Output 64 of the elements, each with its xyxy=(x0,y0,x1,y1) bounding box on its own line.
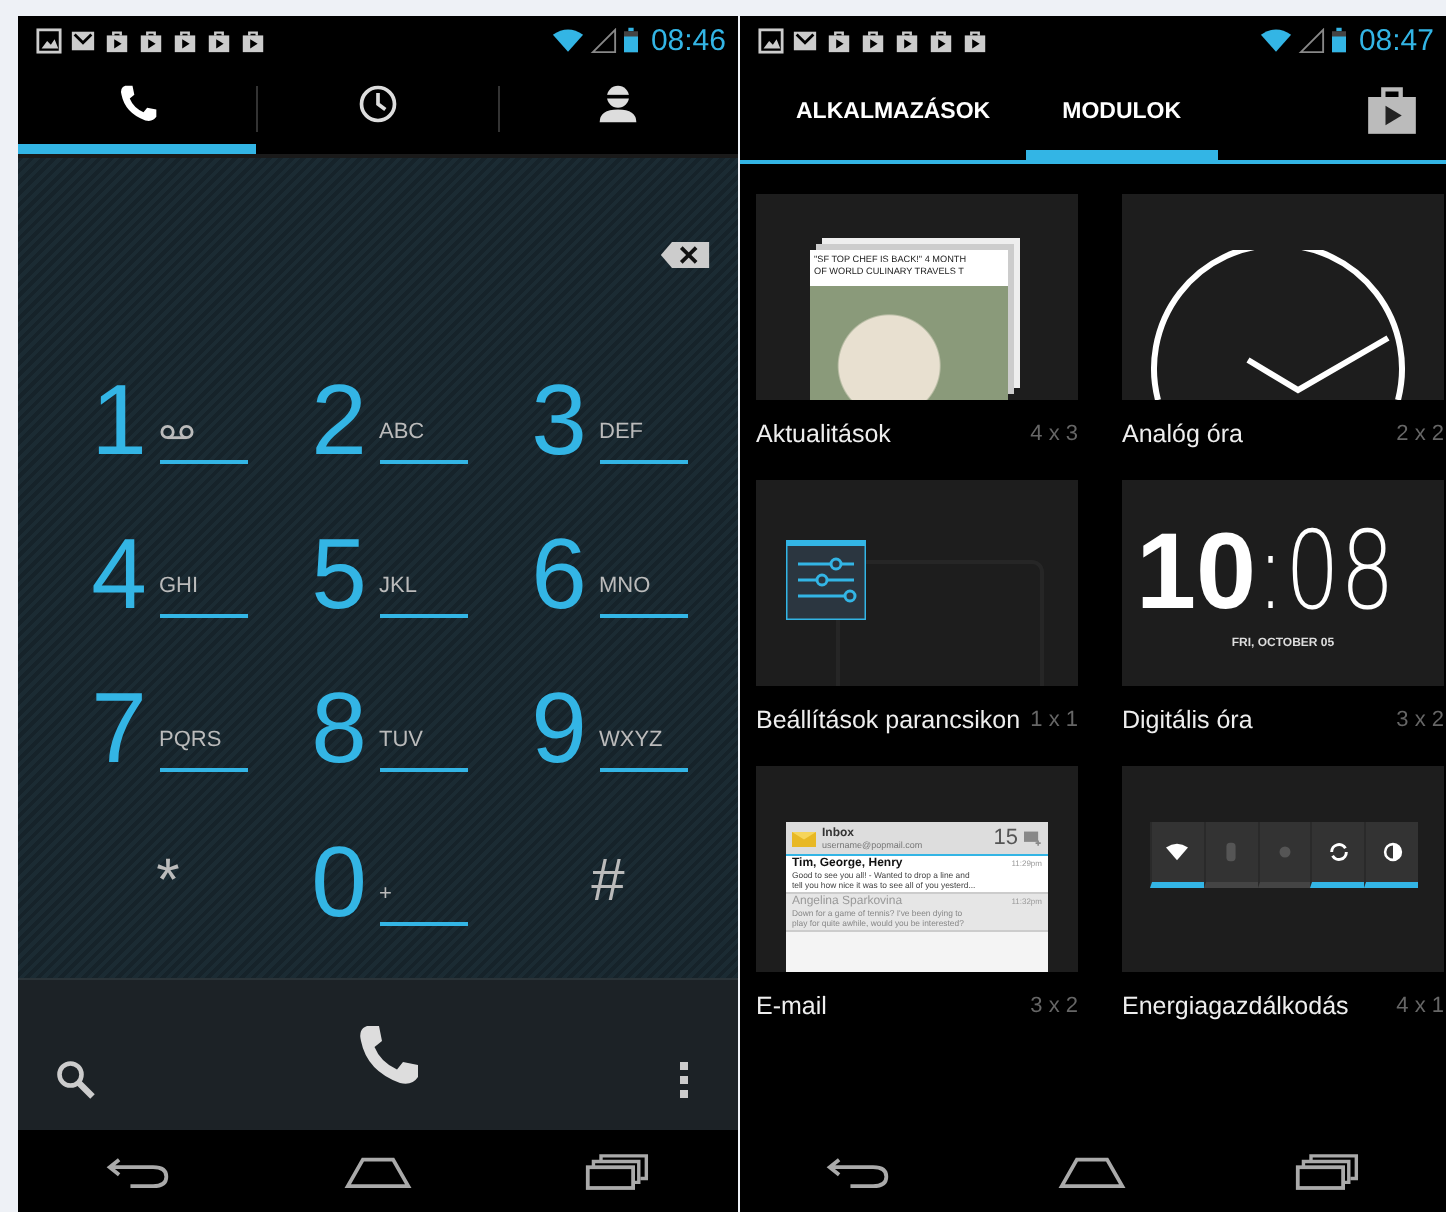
search-icon[interactable] xyxy=(54,1057,98,1101)
widget-preview[interactable] xyxy=(1122,766,1444,972)
signal-icon xyxy=(588,27,621,53)
widget-size: 4 x 1 xyxy=(1396,994,1444,1018)
widget-preview[interactable] xyxy=(756,766,1078,972)
picture-icon xyxy=(36,27,62,53)
envelope-icon xyxy=(792,828,816,848)
mail-icon xyxy=(792,27,818,53)
recent-apps-icon[interactable] xyxy=(584,1152,652,1190)
unread-count: 15 xyxy=(993,826,1018,850)
shopping-bag-icon xyxy=(894,27,920,53)
sync-icon xyxy=(1327,842,1350,862)
settings-sliders-icon xyxy=(786,540,866,620)
widget-size: 3 x 2 xyxy=(1030,994,1078,1018)
shopping-bag-icon xyxy=(860,27,886,53)
shopping-bag-icon xyxy=(962,27,988,53)
battery-icon xyxy=(624,26,639,54)
widget-name: E-mail xyxy=(756,992,827,1020)
wifi-icon xyxy=(552,27,585,53)
compose-mail-icon xyxy=(1024,830,1042,846)
dial-key[interactable]: 0+ xyxy=(278,804,498,958)
signal-icon xyxy=(1296,27,1329,53)
recent-apps-icon[interactable] xyxy=(1294,1152,1363,1190)
shopping-bag-icon xyxy=(928,27,954,53)
shopping-bag-icon xyxy=(104,27,130,53)
brightness-icon xyxy=(1381,842,1404,862)
home-icon[interactable] xyxy=(344,1152,412,1190)
shopping-bag-icon xyxy=(206,27,232,53)
widget-size: 2 x 2 xyxy=(1396,422,1444,446)
shopping-bag-icon[interactable] xyxy=(1366,84,1418,136)
widget-size: 3 x 2 xyxy=(1396,708,1444,732)
home-icon[interactable] xyxy=(1058,1152,1127,1190)
widget-name: Beállítások parancsikon xyxy=(756,706,1021,734)
widget-name: Energiagazdálkodás xyxy=(1122,992,1349,1020)
wifi-icon xyxy=(1260,27,1293,53)
phone-icon xyxy=(115,82,160,126)
clock-time: 08:47 xyxy=(1358,23,1434,57)
clock-icon xyxy=(355,82,400,126)
voicemail-icon xyxy=(159,423,193,439)
widget-preview[interactable] xyxy=(1122,194,1444,400)
widget-size: 1 x 1 xyxy=(1030,708,1078,732)
tab[interactable]: MODULOK xyxy=(1026,64,1218,160)
wifi-icon xyxy=(1166,842,1189,862)
clock-hours: 10 xyxy=(1136,517,1257,625)
battery-icon xyxy=(1332,26,1347,54)
dial-key[interactable]: # xyxy=(498,804,718,958)
tab[interactable]: ALKALMAZÁSOK xyxy=(760,64,1027,160)
shopping-bag-icon xyxy=(172,27,198,53)
widget-size: 4 x 3 xyxy=(1030,422,1078,446)
mail-icon xyxy=(70,27,96,53)
widget-name: Analóg óra xyxy=(1122,420,1243,448)
backspace-icon[interactable] xyxy=(660,242,710,268)
dial-key[interactable]: * xyxy=(58,804,278,958)
person-icon xyxy=(596,82,641,126)
clock-minutes: :08 xyxy=(1256,517,1396,625)
widget-name: Aktualitások xyxy=(756,420,891,448)
widget-name: Digitális óra xyxy=(1122,706,1253,734)
clock-time: 08:46 xyxy=(650,23,726,57)
shopping-bag-icon xyxy=(138,27,164,53)
picture-icon xyxy=(758,27,784,53)
dial-key[interactable]: 1 xyxy=(58,342,278,496)
menu-icon[interactable] xyxy=(678,1059,690,1099)
shopping-bag-icon xyxy=(240,27,266,53)
shopping-bag-icon xyxy=(826,27,852,53)
